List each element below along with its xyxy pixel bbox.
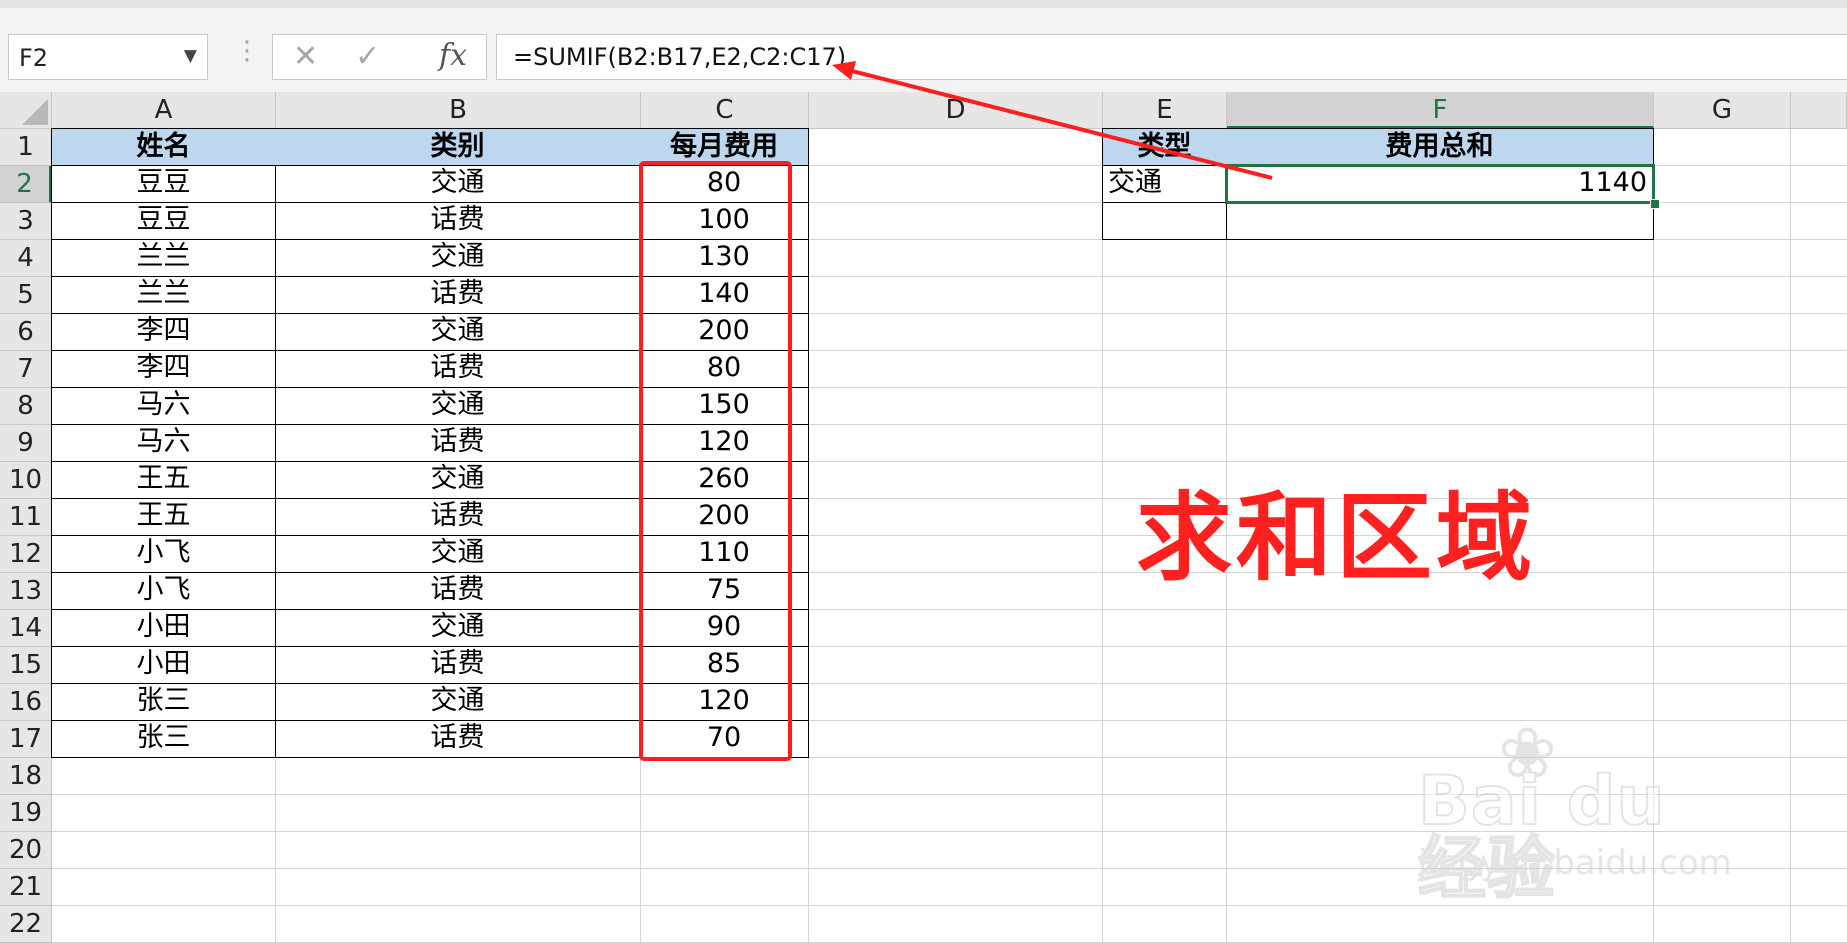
arrowhead bbox=[832, 61, 856, 80]
watermark-brand: Bai du 经验 bbox=[1417, 762, 1666, 909]
arrow-line bbox=[847, 68, 1273, 180]
baidu-watermark: ❀ Bai du 经验 jingyan.baidu.com bbox=[1417, 718, 1758, 905]
watermark-url: jingyan.baidu.com bbox=[1418, 843, 1732, 883]
